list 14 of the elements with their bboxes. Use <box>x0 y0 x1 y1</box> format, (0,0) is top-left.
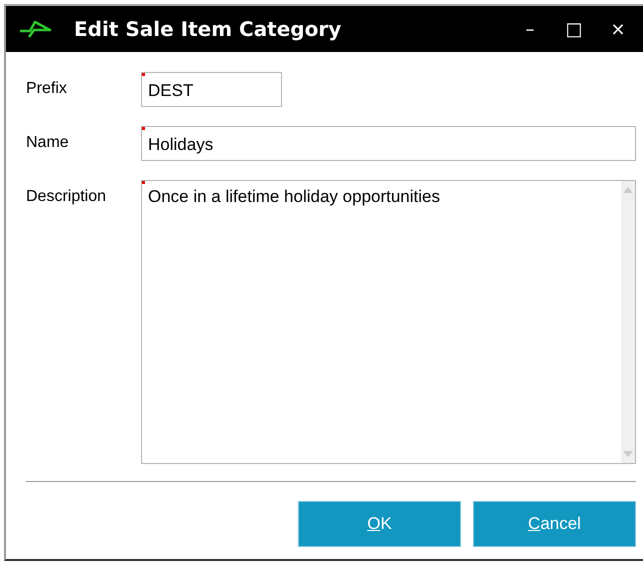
text-area[interactable]: Once in a lifetime holiday opportunities <box>141 180 636 464</box>
scroll-up-arrow-icon[interactable] <box>623 187 633 193</box>
field-label: Prefix <box>26 79 68 99</box>
logo-icon <box>18 19 52 39</box>
scrollbar[interactable] <box>621 181 635 463</box>
scroll-down-arrow-icon[interactable] <box>623 451 633 457</box>
maximize-button[interactable]: □ <box>555 18 593 40</box>
minimize-button[interactable]: – <box>511 18 549 40</box>
window-title: Edit Sale Item Category <box>74 17 342 41</box>
close-button[interactable]: × <box>599 18 637 40</box>
field-label: Description <box>26 187 108 207</box>
field-label: Name <box>26 133 70 153</box>
input-field[interactable]: DEST <box>141 72 282 107</box>
input-field[interactable]: Holidays <box>141 126 636 161</box>
